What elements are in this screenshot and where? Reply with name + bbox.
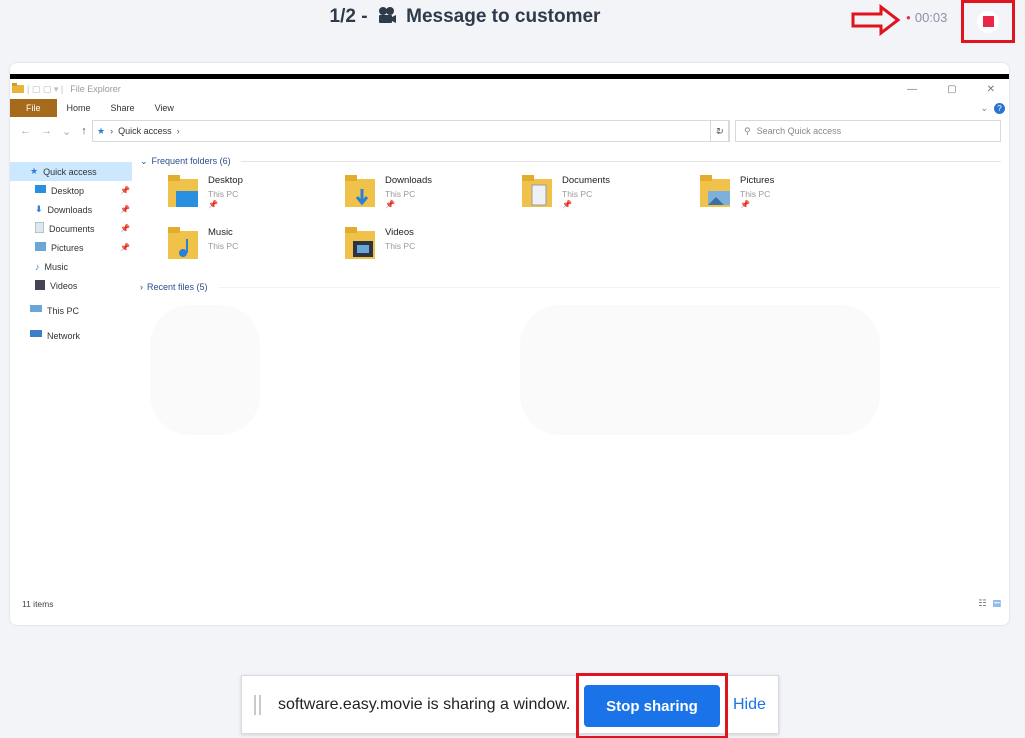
- minimize-icon[interactable]: —: [907, 84, 917, 95]
- folder-pictures-icon: [700, 175, 732, 221]
- music-icon: ♪: [35, 261, 40, 272]
- folder-videos[interactable]: Videos This PC: [345, 227, 515, 273]
- tab-home[interactable]: Home: [57, 99, 101, 117]
- folder-desktop-icon: [168, 175, 200, 221]
- window-controls: — ▢ ✕: [907, 84, 995, 95]
- folder-music[interactable]: Music This PC: [168, 227, 338, 273]
- refresh-icon[interactable]: ↻: [710, 120, 730, 142]
- search-input[interactable]: ⚲ Search Quick access: [735, 120, 1001, 142]
- explorer-titlebar: | ▢ ▢ ▾ | File Explorer — ▢ ✕: [10, 79, 1009, 99]
- pin-icon: 📌: [208, 200, 218, 209]
- sidebar-item-this-pc[interactable]: This PC: [10, 301, 132, 320]
- desktop-icon: [35, 185, 46, 196]
- tab-share[interactable]: Share: [101, 99, 145, 117]
- recording-timer: ● 00:03: [906, 10, 948, 25]
- folder-music-icon: [168, 227, 200, 273]
- sidebar-item-desktop[interactable]: Desktop 📌: [10, 181, 132, 200]
- close-icon[interactable]: ✕: [987, 84, 995, 95]
- large-icons-view-icon[interactable]: ▤: [992, 598, 1001, 609]
- chevron-right-icon: ›: [140, 282, 143, 292]
- pin-icon: 📌: [120, 186, 130, 195]
- breadcrumb[interactable]: Quick access: [118, 126, 172, 136]
- details-view-icon[interactable]: ☷: [978, 598, 986, 609]
- up-icon[interactable]: ↑: [81, 125, 87, 137]
- window-title: File Explorer: [70, 84, 121, 94]
- documents-icon: [34, 221, 45, 235]
- preview-top-border: [10, 63, 1009, 79]
- search-placeholder: Search Quick access: [756, 126, 842, 136]
- sidebar-item-videos[interactable]: Videos: [10, 276, 132, 295]
- back-icon[interactable]: ←: [20, 125, 31, 137]
- search-icon: ⚲: [744, 125, 751, 136]
- page-title: 1/2 - Message to customer: [0, 6, 930, 30]
- forward-icon[interactable]: →: [41, 125, 52, 137]
- help-icon[interactable]: ?: [994, 102, 1005, 114]
- folder-downloads-icon: [345, 175, 377, 221]
- frequent-folders-grid: Desktop This PC 📌 Downloads This PC 📌 Docume…: [140, 169, 1001, 277]
- sidebar-item-music[interactable]: ♪ Music: [10, 257, 132, 276]
- title-text: Message to customer: [406, 6, 601, 27]
- tab-file[interactable]: File: [10, 99, 57, 117]
- network-icon: [30, 330, 42, 341]
- camera-icon: [377, 6, 397, 30]
- folder-downloads[interactable]: Downloads This PC 📌: [345, 175, 515, 221]
- address-bar-row: ← → ⌄ ↑ ★ › Quick access › ⌄ ↻ ⚲ Search …: [10, 117, 1009, 145]
- ribbon-tabs: File Home Share View ⌄ ?: [10, 99, 1009, 117]
- pin-icon: 📌: [120, 224, 130, 233]
- sidebar-item-downloads[interactable]: ⬇ Downloads 📌: [10, 200, 132, 219]
- sidebar-item-network[interactable]: Network: [10, 326, 132, 345]
- navigation-pane: ★ Quick access Desktop 📌 ⬇ Downloads 📌 Docum…: [10, 162, 132, 345]
- screen-share-bar: software.easy.movie is sharing a window.…: [241, 673, 779, 738]
- sidebar-item-pictures[interactable]: Pictures 📌: [10, 238, 132, 257]
- folder-desktop[interactable]: Desktop This PC 📌: [168, 175, 338, 221]
- download-icon: ⬇: [35, 204, 43, 214]
- folder-documents-icon: [522, 175, 554, 221]
- file-explorer-window: | ▢ ▢ ▾ | File Explorer — ▢ ✕ File Home …: [10, 79, 1009, 625]
- chevron-down-icon[interactable]: ⌄: [980, 103, 988, 114]
- recent-locations-icon[interactable]: ⌄: [62, 125, 71, 138]
- address-input[interactable]: ★ › Quick access › ⌄: [92, 120, 729, 142]
- pin-icon: 📌: [120, 243, 130, 252]
- title-prefix: 1/2 -: [329, 6, 368, 27]
- frequent-folders-header[interactable]: ⌄ Frequent folders (6): [140, 153, 1001, 169]
- maximize-icon[interactable]: ▢: [947, 84, 956, 95]
- share-message: software.easy.movie is sharing a window.: [278, 695, 571, 713]
- chevron-down-icon: ⌄: [140, 155, 148, 166]
- quick-access-toolbar[interactable]: | ▢ ▢ ▾ |: [27, 84, 63, 95]
- sidebar-item-quick-access[interactable]: ★ Quick access: [10, 162, 132, 181]
- folder-documents[interactable]: Documents This PC 📌: [522, 175, 692, 221]
- pc-icon: [30, 305, 42, 316]
- videos-icon: [35, 279, 45, 292]
- hide-button[interactable]: Hide: [733, 696, 766, 714]
- tab-view[interactable]: View: [145, 99, 184, 117]
- pin-icon: 📌: [120, 205, 130, 214]
- view-toggle: ☷ ▤: [978, 598, 1001, 609]
- star-icon: ★: [97, 125, 106, 136]
- shared-window-preview: | ▢ ▢ ▾ | File Explorer — ▢ ✕ File Home …: [10, 63, 1009, 625]
- recent-files-blurred: [140, 295, 1001, 455]
- arrow-right-icon: [851, 3, 901, 41]
- pictures-icon: [35, 242, 46, 253]
- content-pane: ⌄ Frequent folders (6) Desktop This PC 📌 D…: [140, 153, 1001, 455]
- recent-files-header[interactable]: › Recent files (5): [140, 279, 1001, 295]
- folder-videos-icon: [345, 227, 377, 273]
- folder-icon: [12, 83, 24, 95]
- star-icon: ★: [30, 166, 39, 176]
- stop-sharing-highlight: Stop sharing: [576, 673, 728, 738]
- stop-sharing-button[interactable]: Stop sharing: [584, 685, 720, 727]
- folder-pictures[interactable]: Pictures This PC 📌: [700, 175, 870, 221]
- sidebar-item-documents[interactable]: Documents 📌: [10, 219, 132, 238]
- status-bar-text: 11 items: [22, 599, 54, 609]
- drag-handle-icon[interactable]: [254, 694, 268, 715]
- stop-recording-button[interactable]: [961, 0, 1015, 43]
- stop-icon[interactable]: [977, 10, 999, 33]
